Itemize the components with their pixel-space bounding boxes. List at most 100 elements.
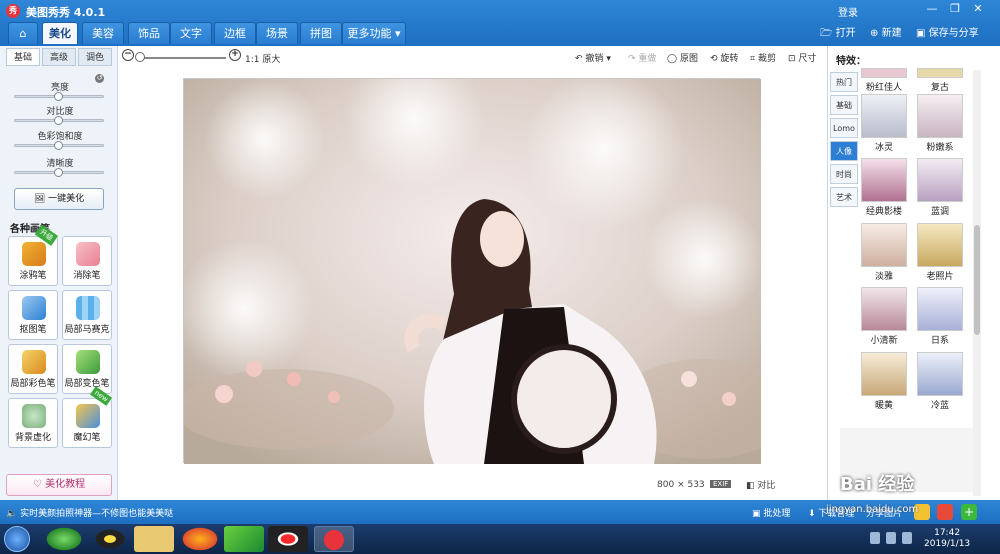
- scrollbar-thumb[interactable]: [974, 225, 980, 335]
- mosaic-brush-button[interactable]: 局部马赛克: [62, 290, 112, 340]
- zoom-level[interactable]: 1:1 原大: [245, 52, 280, 65]
- category-fashion[interactable]: 时尚: [830, 164, 858, 184]
- compare-button[interactable]: ◧ 对比: [746, 478, 775, 491]
- tab-beautify[interactable]: 美化: [42, 22, 78, 44]
- tab-basic[interactable]: 基础: [6, 48, 40, 66]
- minimize-icon[interactable]: —: [923, 2, 941, 15]
- tab-collage[interactable]: 拼图: [300, 22, 342, 44]
- zoom-in-icon[interactable]: +: [229, 49, 241, 61]
- save-icon: ▣: [916, 28, 926, 39]
- sharpness-slider[interactable]: [14, 168, 104, 177]
- crop-button[interactable]: ⌗ 裁剪: [750, 51, 776, 64]
- doodle-brush-button[interactable]: 升级 涂鸦笔: [8, 224, 58, 286]
- eraser-brush-button[interactable]: 消除笔: [62, 236, 112, 286]
- tab-advanced[interactable]: 高级: [42, 48, 76, 66]
- restore-icon[interactable]: ❐: [946, 2, 964, 15]
- tab-frame[interactable]: 边框: [214, 22, 256, 44]
- rotate-button[interactable]: ⟲ 旋转: [710, 51, 738, 64]
- login-link[interactable]: 登录: [838, 4, 858, 19]
- photo-image: [174, 49, 794, 464]
- start-button-icon[interactable]: [4, 526, 30, 552]
- effect-item[interactable]: 冰灵: [861, 94, 907, 153]
- saturation-slider[interactable]: [14, 141, 104, 150]
- tutorial-button[interactable]: ♡ 美化教程: [6, 474, 112, 496]
- category-lomo[interactable]: Lomo: [830, 118, 858, 138]
- sharpness-label: 清晰度: [46, 159, 74, 169]
- tutorial-label: 美化教程: [45, 479, 86, 490]
- file-explorer-icon[interactable]: [134, 526, 174, 552]
- network-icon[interactable]: [886, 532, 896, 544]
- heart-icon: ♡: [32, 479, 42, 490]
- exif-button[interactable]: EXIF: [710, 480, 732, 488]
- doodle-brush-label: 涂鸦笔: [19, 271, 47, 281]
- status-tip[interactable]: 🔈 实时美颜拍照神器—不修图也能美美哒: [6, 506, 173, 519]
- media-player-icon[interactable]: [224, 526, 264, 552]
- open-button[interactable]: 🗁 打开: [820, 24, 856, 43]
- add-icon[interactable]: +: [961, 504, 977, 520]
- zoom-out-icon[interactable]: −: [122, 49, 134, 61]
- effect-item[interactable]: 冷蓝: [917, 352, 963, 411]
- magic-brush-label: 魔幻笔: [73, 433, 101, 443]
- slider-thumb[interactable]: [54, 92, 63, 101]
- recorder-icon[interactable]: [268, 526, 308, 552]
- close-icon[interactable]: ✕: [969, 2, 987, 15]
- cutout-brush-button[interactable]: 抠图笔: [8, 290, 58, 340]
- app-360-icon[interactable]: [44, 526, 84, 552]
- tab-color[interactable]: 调色: [78, 48, 112, 66]
- tab-scene[interactable]: 场景: [256, 22, 298, 44]
- recolor-brush-button[interactable]: 局部变色笔: [62, 344, 112, 394]
- qq-icon[interactable]: [90, 526, 130, 552]
- zoom-slider[interactable]: [135, 52, 226, 62]
- batch-button[interactable]: ▣ 批处理: [752, 506, 790, 519]
- effect-item[interactable]: 小清新: [861, 287, 907, 346]
- rotate-icon: ⟲: [710, 54, 718, 64]
- tab-more[interactable]: 更多功能 ▾: [342, 22, 406, 44]
- new-button[interactable]: ⊕ 新建: [870, 24, 902, 39]
- effect-item[interactable]: 蓝调: [917, 158, 963, 217]
- tray-icon[interactable]: [870, 532, 880, 544]
- taskbar-clock[interactable]: 17:42 2019/1/13: [924, 528, 970, 550]
- tab-beauty[interactable]: 美容: [82, 22, 124, 44]
- effect-label: 复古: [930, 83, 949, 93]
- slider-thumb[interactable]: [54, 141, 63, 150]
- tab-accessories[interactable]: 饰品: [128, 22, 170, 44]
- weibo-icon[interactable]: [937, 504, 953, 520]
- home-tab[interactable]: ⌂: [8, 22, 38, 44]
- contrast-slider[interactable]: [14, 116, 104, 125]
- image-dimensions: 800 × 533: [657, 480, 705, 490]
- edited-photo[interactable]: [174, 49, 794, 464]
- effect-item[interactable]: 经典影楼: [861, 158, 907, 217]
- redo-button[interactable]: ↷ 重做: [628, 51, 656, 64]
- undo-button[interactable]: ↶ 撤销 ▾: [575, 51, 611, 64]
- effect-thumbnail: [917, 223, 963, 267]
- meitu-taskbar-item[interactable]: [314, 526, 354, 552]
- firefox-icon[interactable]: [180, 526, 220, 552]
- category-basic[interactable]: 基础: [830, 95, 858, 115]
- volume-icon[interactable]: [902, 532, 912, 544]
- effect-label: 经典影楼: [865, 207, 902, 217]
- slider-thumb[interactable]: [54, 168, 63, 177]
- background-blur-button[interactable]: 背景虚化: [8, 398, 58, 448]
- mosaic-icon: [76, 296, 100, 320]
- brightness-slider[interactable]: [14, 92, 104, 101]
- effect-item[interactable]: 老照片: [917, 223, 963, 282]
- reset-icon[interactable]: ↺: [95, 74, 104, 83]
- category-hot[interactable]: 热门: [830, 72, 858, 92]
- save-share-button[interactable]: ▣ 保存与分享: [916, 24, 979, 39]
- size-button[interactable]: ⊡ 尺寸: [788, 51, 816, 64]
- partial-color-brush-button[interactable]: 局部彩色笔: [8, 344, 58, 394]
- category-art[interactable]: 艺术: [830, 187, 858, 207]
- effect-item[interactable]: 暖黄: [861, 352, 907, 411]
- one-key-beautify-button[interactable]: 🖼 一键美化: [14, 188, 104, 210]
- effects-scrollbar[interactable]: [973, 70, 981, 496]
- zoom-thumb[interactable]: [135, 52, 145, 62]
- category-portrait[interactable]: 人像: [830, 141, 858, 161]
- effect-item[interactable]: 日系: [917, 287, 963, 346]
- effect-item[interactable]: 粉嫩系: [917, 94, 963, 153]
- magic-brush-button[interactable]: new 魔幻笔: [62, 386, 112, 448]
- tab-text[interactable]: 文字: [170, 22, 212, 44]
- circle-icon: ◯: [667, 54, 678, 64]
- slider-thumb[interactable]: [54, 116, 63, 125]
- original-button[interactable]: ◯ 原图: [667, 51, 698, 64]
- effect-item[interactable]: 淡雅: [861, 223, 907, 282]
